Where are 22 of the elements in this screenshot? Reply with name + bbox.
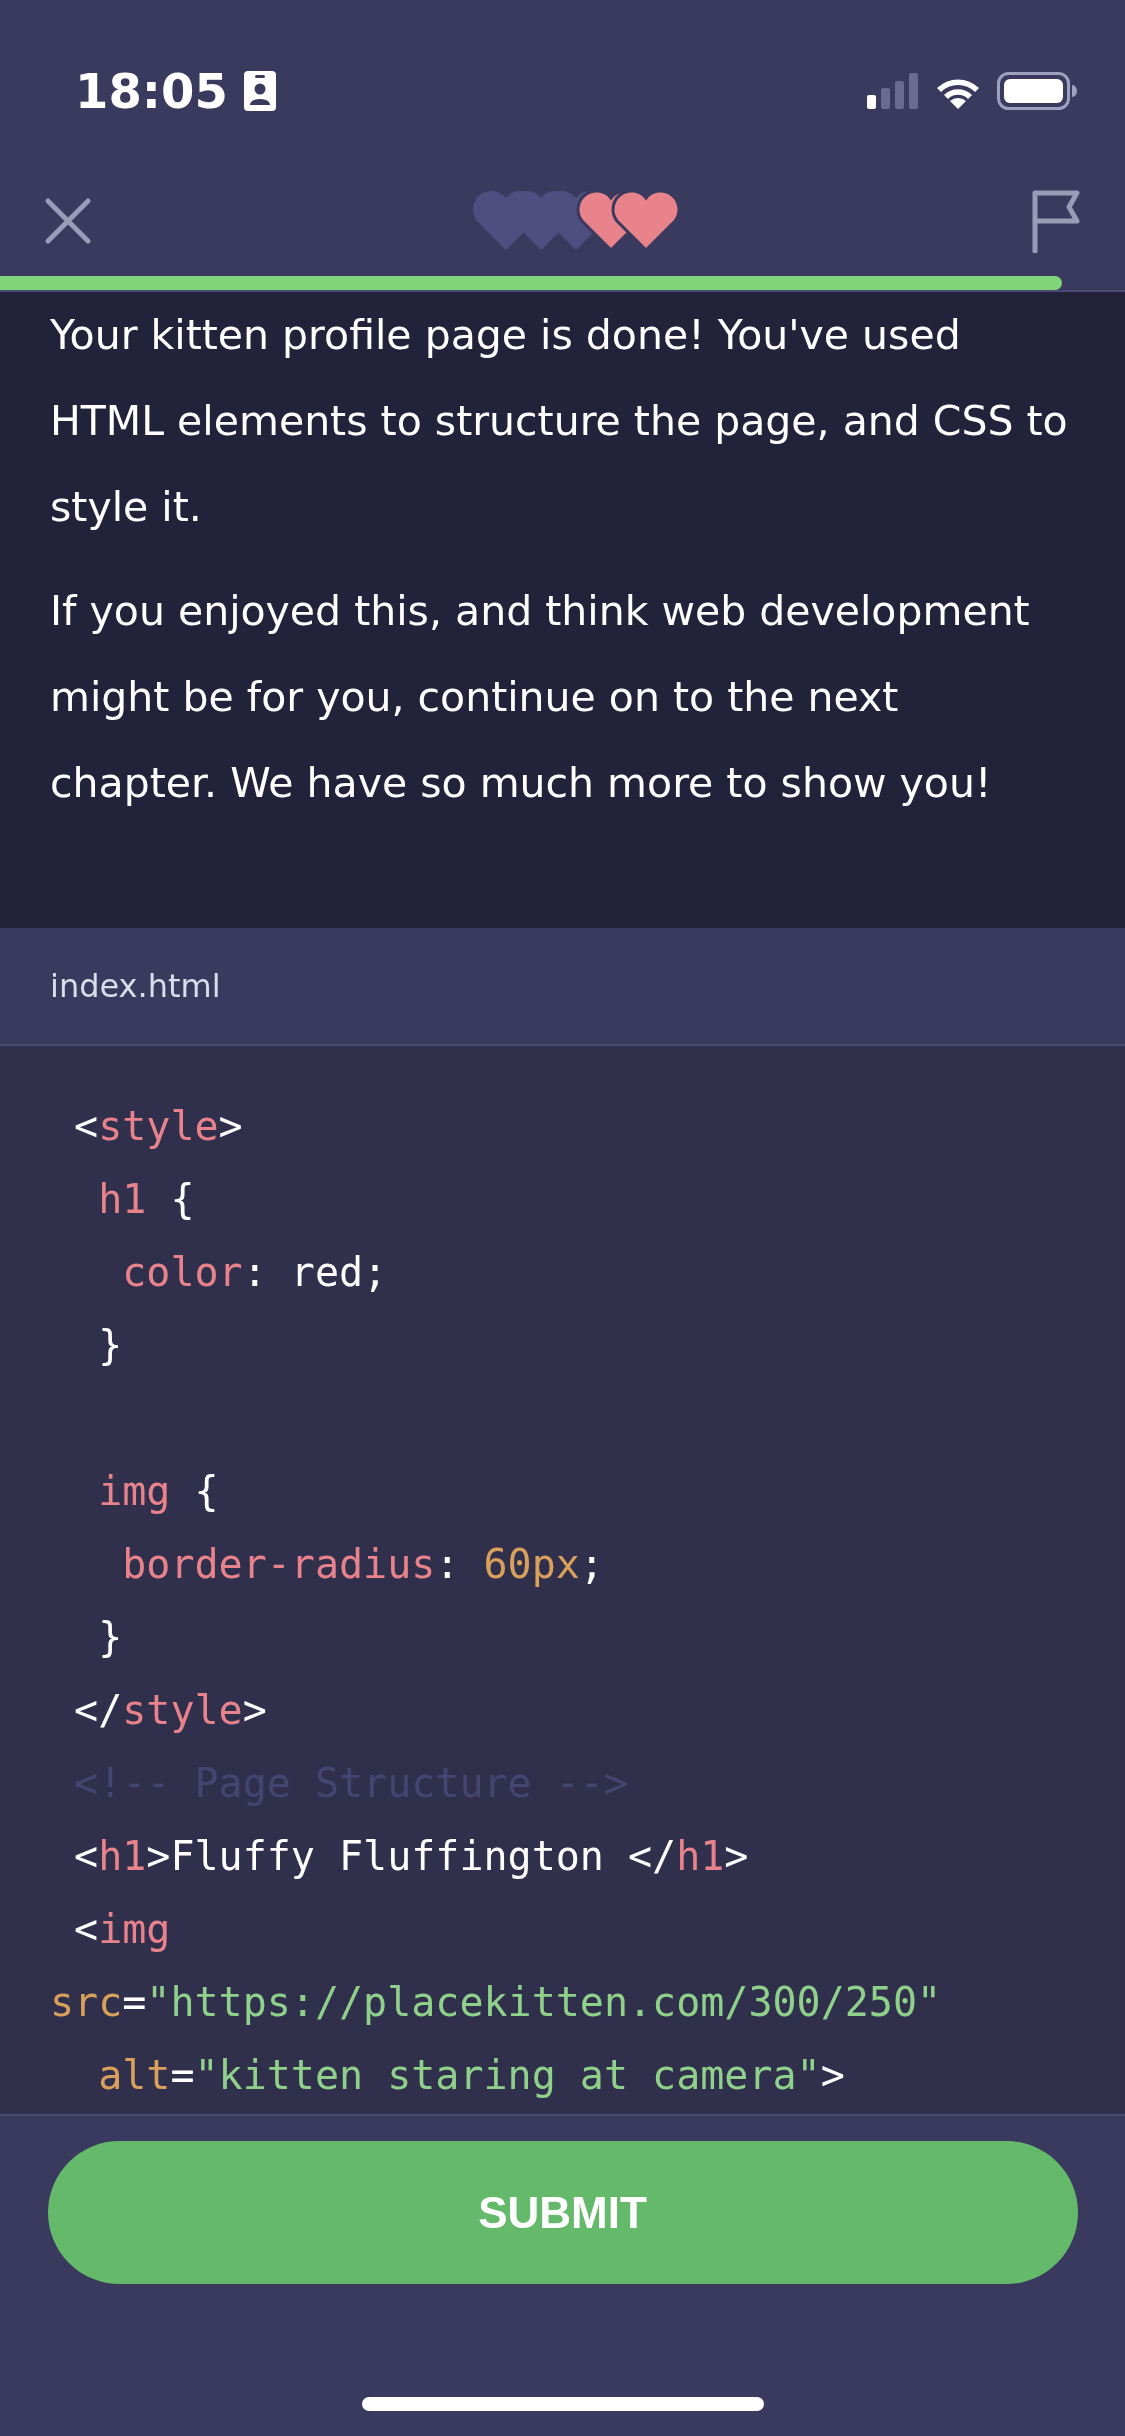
code-line: <style> [73,1102,243,1151]
code-line: h1 { [97,1175,195,1224]
contact-card-icon [243,71,276,111]
signal-icon [867,73,919,109]
submit-button[interactable]: SUBMIT [47,2141,1078,2284]
code-line: alt="kitten staring at camera"> [97,2051,845,2100]
code-line: border-radius: 60px; [121,1540,604,1589]
code-line: color: red; [121,1248,388,1297]
code-line: <img [73,1905,171,1954]
code-line: } [97,1613,123,1662]
battery-icon [997,72,1077,110]
report-flag-button[interactable] [1031,189,1081,253]
code-line: } [97,1321,123,1370]
code-line: src="https://placekitten.com/300/250" [50,1978,942,2027]
code-line: <h1>Fluffy Fluffington </h1> [73,1832,749,1881]
code-line: </style> [73,1686,267,1735]
lesson-paragraph: Your kitten profile page is done! You've used HTML elements to structure the page, and CSS to style it. [50,310,1069,533]
file-name: index.html [50,967,221,1005]
code-line: img { [97,1467,219,1516]
lesson-paragraph: If you enjoyed this, and think web development might be for you, continue on to the next chapter. We have so much more to show you! [50,586,1031,809]
status-time: 18:05 [75,63,228,119]
close-button[interactable] [44,197,92,245]
